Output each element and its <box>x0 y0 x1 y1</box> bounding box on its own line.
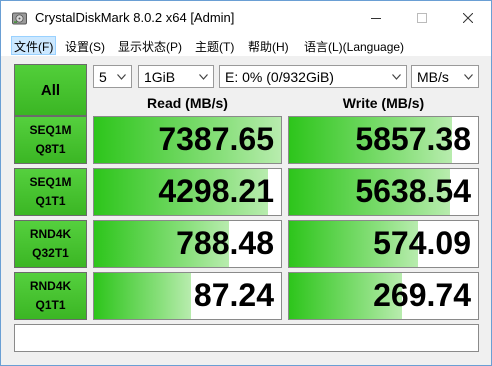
close-icon <box>463 12 473 23</box>
write-score: 269.74 <box>373 277 471 313</box>
comment-field[interactable] <box>14 324 479 352</box>
chevron-down-icon <box>392 74 401 80</box>
read-result-cell: 4298.21 <box>93 168 282 216</box>
chevron-down-icon <box>117 74 126 80</box>
test-rnd4k-q1t1-button[interactable]: RND4K Q1T1 <box>14 272 87 320</box>
main-panel: All 5 1GiB E: 0% (0/932GiB) MB/s Read (M… <box>1 56 491 365</box>
menu-language[interactable]: 语言(L)(Language) <box>304 38 404 55</box>
test-type-label: RND4K <box>29 279 72 293</box>
all-button[interactable]: All <box>14 64 87 116</box>
read-result-cell: 87.24 <box>93 272 282 320</box>
maximize-icon <box>417 12 427 23</box>
read-score: 7387.65 <box>158 121 274 157</box>
test-queue-label: Q1T1 <box>35 298 66 312</box>
read-column-header: Read (MB/s) <box>147 95 228 111</box>
read-score: 4298.21 <box>158 173 274 209</box>
read-score-bar <box>94 273 192 319</box>
test-seq1m-q8t1-button[interactable]: SEQ1M Q8T1 <box>14 116 87 164</box>
app-window: CrystalDiskMark 8.0.2 x64 [Admin] 文件(F) … <box>0 0 492 366</box>
close-button[interactable] <box>445 1 491 34</box>
test-type-label: RND4K <box>29 227 72 241</box>
maximize-button[interactable] <box>399 1 445 34</box>
write-result-cell: 269.74 <box>288 272 479 320</box>
count-select[interactable]: 5 <box>93 65 132 88</box>
test-rnd4k-q32t1-button[interactable]: RND4K Q32T1 <box>14 220 87 268</box>
test-type-label: SEQ1M <box>29 175 72 189</box>
unit-value: MB/s <box>417 69 449 85</box>
count-value: 5 <box>99 69 107 85</box>
read-result-cell: 7387.65 <box>93 116 282 164</box>
menu-profile[interactable]: 显示状态(P) <box>118 38 182 55</box>
write-result-cell: 5638.54 <box>288 168 479 216</box>
chevron-down-icon <box>199 74 208 80</box>
write-score: 5638.54 <box>355 173 471 209</box>
write-score: 5857.38 <box>355 121 471 157</box>
unit-select[interactable]: MB/s <box>411 65 479 88</box>
size-value: 1GiB <box>144 69 176 85</box>
read-score: 788.48 <box>176 225 274 261</box>
menu-file[interactable]: 文件(F) <box>11 36 57 55</box>
menu-theme[interactable]: 主题(T) <box>195 38 234 55</box>
minimize-icon <box>371 17 381 19</box>
chevron-down-icon <box>464 74 473 80</box>
test-queue-label: Q8T1 <box>35 142 66 156</box>
drive-value: E: 0% (0/932GiB) <box>225 69 334 85</box>
test-seq1m-q1t1-button[interactable]: SEQ1M Q1T1 <box>14 168 87 216</box>
menu-settings[interactable]: 设置(S) <box>65 38 105 55</box>
test-queue-label: Q1T1 <box>35 194 66 208</box>
size-select[interactable]: 1GiB <box>138 65 214 88</box>
write-score: 574.09 <box>373 225 471 261</box>
app-disk-icon <box>12 12 27 25</box>
menu-help[interactable]: 帮助(H) <box>248 38 289 55</box>
write-column-header: Write (MB/s) <box>342 95 425 111</box>
minimize-button[interactable] <box>353 1 399 34</box>
test-type-label: SEQ1M <box>29 123 72 137</box>
drive-select[interactable]: E: 0% (0/932GiB) <box>219 65 407 88</box>
read-score: 87.24 <box>193 277 274 313</box>
menu-bar: 文件(F) 设置(S) 显示状态(P) 主题(T) 帮助(H) 语言(L)(La… <box>1 34 491 56</box>
window-title: CrystalDiskMark 8.0.2 x64 [Admin] <box>35 10 235 25</box>
write-result-cell: 574.09 <box>288 220 479 268</box>
write-result-cell: 5857.38 <box>288 116 479 164</box>
read-result-cell: 788.48 <box>93 220 282 268</box>
title-bar[interactable]: CrystalDiskMark 8.0.2 x64 [Admin] <box>1 1 491 34</box>
test-queue-label: Q32T1 <box>32 246 69 260</box>
